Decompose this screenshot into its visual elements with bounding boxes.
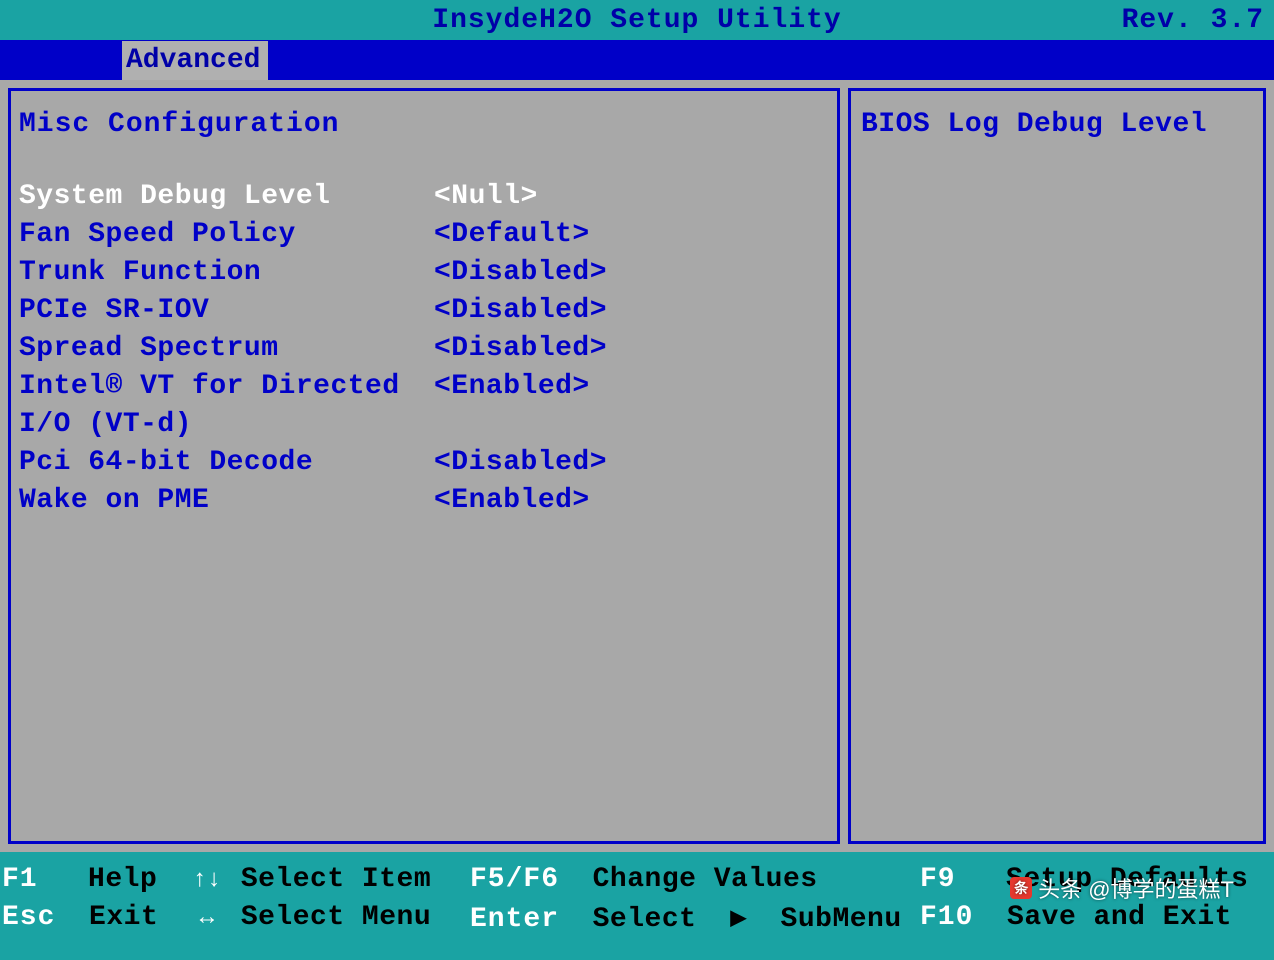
- triangle-right-icon: ▶: [713, 900, 763, 935]
- setting-value: <Disabled>: [434, 444, 827, 482]
- label-save-exit: Save and Exit: [1007, 902, 1232, 933]
- key-f5f6: F5/F6: [470, 864, 559, 895]
- label-select-menu: Select Menu: [241, 902, 431, 933]
- label-submenu: SubMenu: [781, 904, 902, 935]
- setting-value: <Default>: [434, 216, 827, 254]
- setting-value: <Enabled>: [434, 368, 827, 444]
- app-title: InsydeH2O Setup Utility: [432, 5, 841, 36]
- setting-fan-speed-policy[interactable]: Fan Speed Policy <Default>: [19, 216, 827, 254]
- setting-system-debug-level[interactable]: System Debug Level <Null>: [19, 178, 827, 216]
- key-esc: Esc: [2, 902, 55, 933]
- setting-value: <Enabled>: [434, 482, 827, 520]
- watermark-prefix: 头条: [1038, 872, 1082, 904]
- updown-arrow-icon: ↑↓: [190, 867, 224, 894]
- key-f1: F1: [2, 864, 38, 895]
- setting-trunk-function[interactable]: Trunk Function <Disabled>: [19, 254, 827, 292]
- setting-value: <Null>: [434, 178, 827, 216]
- setting-value: <Disabled>: [434, 292, 827, 330]
- setting-label: Fan Speed Policy: [19, 216, 434, 254]
- section-title: Misc Configuration: [19, 109, 827, 140]
- setting-label: Intel® VT for Directed I/O (VT-d): [19, 368, 434, 444]
- title-bar: InsydeH2O Setup Utility Rev. 3.7: [0, 0, 1274, 40]
- setting-value: <Disabled>: [434, 254, 827, 292]
- tab-advanced[interactable]: Advanced: [122, 41, 268, 80]
- settings-panel: Misc Configuration System Debug Level <N…: [8, 88, 840, 844]
- setting-label: Trunk Function: [19, 254, 434, 292]
- setting-intel-vtd[interactable]: Intel® VT for Directed I/O (VT-d) <Enabl…: [19, 368, 827, 444]
- label-select: Select: [593, 904, 697, 935]
- setting-label: PCIe SR-IOV: [19, 292, 434, 330]
- help-panel: BIOS Log Debug Level: [848, 88, 1266, 844]
- setting-label: Pci 64-bit Decode: [19, 444, 434, 482]
- workspace: Misc Configuration System Debug Level <N…: [0, 80, 1274, 852]
- setting-pci-64bit-decode[interactable]: Pci 64-bit Decode <Disabled>: [19, 444, 827, 482]
- setting-label: Wake on PME: [19, 482, 434, 520]
- footer-bar: F1 Help ↑↓ Select Item F5/F6 Change Valu…: [0, 852, 1274, 952]
- label-change-values: Change Values: [593, 864, 818, 895]
- leftright-arrow-icon: ↔: [190, 905, 224, 932]
- label-exit: Exit: [89, 902, 158, 933]
- setting-pcie-sriov[interactable]: PCIe SR-IOV <Disabled>: [19, 292, 827, 330]
- watermark: 条 头条 @博学的蛋糕T: [1010, 872, 1234, 904]
- label-help: Help: [88, 864, 157, 895]
- setting-label: Spread Spectrum: [19, 330, 434, 368]
- app-revision: Rev. 3.7: [1122, 5, 1264, 36]
- setting-spread-spectrum[interactable]: Spread Spectrum <Disabled>: [19, 330, 827, 368]
- menu-bar: Advanced: [0, 40, 1274, 80]
- watermark-icon: 条: [1010, 877, 1032, 899]
- setting-wake-on-pme[interactable]: Wake on PME <Enabled>: [19, 482, 827, 520]
- watermark-text: @博学的蛋糕T: [1088, 872, 1234, 904]
- setting-label: System Debug Level: [19, 178, 434, 216]
- key-enter: Enter: [470, 904, 559, 935]
- key-f9: F9: [920, 864, 956, 895]
- label-select-item: Select Item: [241, 864, 431, 895]
- key-f10: F10: [920, 902, 973, 933]
- help-title: BIOS Log Debug Level: [861, 109, 1253, 140]
- setting-value: <Disabled>: [434, 330, 827, 368]
